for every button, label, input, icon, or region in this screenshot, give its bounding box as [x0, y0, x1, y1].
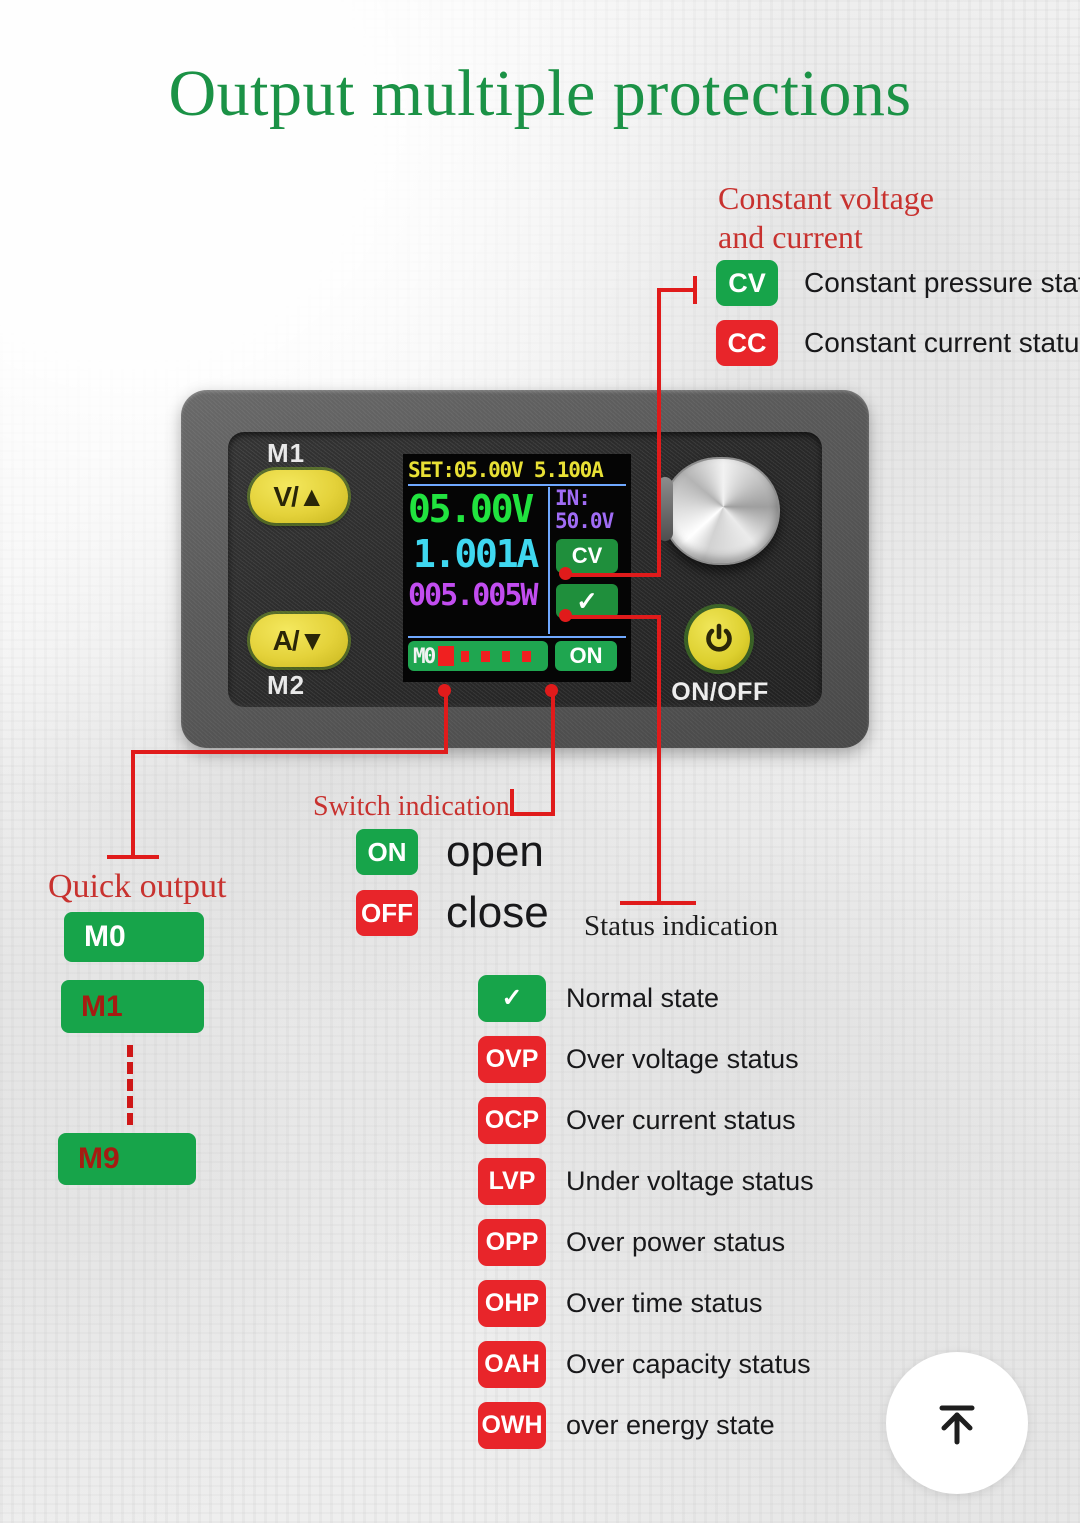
callout-quick-seg-v1: [444, 690, 448, 753]
status-label-opp: Over power status: [566, 1227, 786, 1257]
callout-status-dot: [559, 609, 572, 622]
quick-output-item-m1[interactable]: M1: [61, 980, 204, 1033]
status-indication-caption: Status indication: [584, 910, 779, 942]
callout-cv-seg-h1: [563, 573, 661, 577]
off-label: close: [446, 888, 549, 937]
quick-output-caption: Quick output: [48, 868, 227, 905]
status-row-owh: OWH over energy state: [478, 1395, 814, 1456]
callout-switch-terminator: [510, 789, 514, 816]
legend-row-cv: CV Constant pressure status: [716, 260, 1080, 306]
status-row-ocp: OCP Over current status: [478, 1090, 814, 1151]
lcd-current-value: 1.001A: [413, 532, 539, 576]
lcd-readout-area: 05.00V 1.001A 005.005W IN: 50.0V CV ✓: [408, 487, 626, 634]
power-button[interactable]: [688, 608, 750, 670]
lcd-main-readouts: 05.00V 1.001A 005.005W: [408, 487, 548, 634]
lcd-memory-marker: [460, 650, 470, 662]
status-badge-lvp: LVP: [478, 1158, 546, 1205]
arrow-up-to-bar-icon: [939, 1405, 975, 1445]
onoff-label: ON/OFF: [671, 678, 769, 706]
callout-status-seg-h: [563, 615, 661, 619]
callout-cv-seg-h2: [657, 288, 697, 292]
callout-quick-seg-v2: [131, 750, 135, 858]
callout-switch-seg-h: [510, 812, 555, 816]
lcd-voltage-value: 05.00V: [408, 487, 534, 531]
callout-quick-terminator: [107, 855, 159, 859]
lcd-set-line: SET:05.00V 5.100A: [408, 458, 604, 482]
switch-row-off: OFF close: [356, 888, 549, 938]
status-badge-oah: OAH: [478, 1341, 546, 1388]
status-row-normal: ✓ Normal state: [478, 968, 814, 1029]
lcd-footer-area: M0 ON: [408, 641, 626, 671]
status-row-lvp: LVP Under voltage status: [478, 1151, 814, 1212]
status-label-normal: Normal state: [566, 983, 720, 1013]
status-label-ohp: Over time status: [566, 1288, 763, 1318]
quick-output-ellipsis: [127, 1045, 133, 1125]
cv-cc-heading-line1: Constant voltage: [718, 180, 934, 216]
quick-output-item-m0[interactable]: M0: [64, 912, 204, 962]
page-title: Output multiple protections: [168, 57, 912, 130]
callout-quick-seg-h: [131, 750, 448, 754]
device-front-panel: M1 V/▲ A/▼ M2 SET:05.00V 5.100A 05.00V 1…: [228, 432, 822, 707]
on-badge: ON: [356, 829, 418, 875]
status-indication-list: ✓ Normal state OVP Over voltage status O…: [478, 968, 814, 1456]
callout-cv-dot: [559, 567, 572, 580]
cv-badge: CV: [716, 260, 778, 306]
switch-row-on: ON open: [356, 827, 544, 877]
callout-quick-dot: [438, 684, 451, 697]
memory-label-m1: M1: [267, 438, 306, 468]
status-row-opp: OPP Over power status: [478, 1212, 814, 1273]
lcd-output-badge: ON: [555, 641, 617, 671]
legend-row-cc: CC Constant current status: [716, 320, 1080, 366]
status-label-ovp: Over voltage status: [566, 1044, 799, 1074]
status-badge-opp: OPP: [478, 1219, 546, 1266]
lcd-top-divider: [408, 484, 626, 486]
status-row-ovp: OVP Over voltage status: [478, 1029, 814, 1090]
lcd-memory-bar: M0: [408, 641, 548, 671]
lcd-memory-marker: [501, 650, 511, 662]
memory-label-m2: M2: [267, 670, 306, 700]
callout-cv-seg-v: [657, 288, 661, 577]
status-label-ocp: Over current status: [566, 1105, 796, 1135]
voltage-up-button[interactable]: V/▲: [250, 470, 348, 523]
status-label-owh: over energy state: [566, 1410, 775, 1440]
current-down-button[interactable]: A/▼: [250, 614, 348, 667]
status-badge-ovp: OVP: [478, 1036, 546, 1083]
callout-status-seg-v: [657, 615, 661, 905]
lcd-memory-marker: [522, 650, 532, 662]
rotary-encoder-knob[interactable]: [657, 457, 780, 565]
status-label-lvp: Under voltage status: [566, 1166, 814, 1196]
lcd-memory-marker: [481, 650, 490, 662]
status-label-oah: Over capacity status: [566, 1349, 811, 1379]
off-badge: OFF: [356, 890, 418, 936]
callout-switch-seg-v: [551, 690, 555, 816]
lcd-input-label: IN:: [555, 486, 591, 510]
lcd-vertical-divider: [548, 487, 550, 634]
callout-status-terminator: [620, 901, 696, 905]
status-badge-owh: OWH: [478, 1402, 546, 1449]
switch-indication-caption: Switch indication: [313, 791, 510, 822]
status-row-oah: OAH Over capacity status: [478, 1334, 814, 1395]
lcd-memory-slot: M0: [413, 644, 436, 668]
cc-label: Constant current status: [804, 327, 1080, 358]
status-badge-ocp: OCP: [478, 1097, 546, 1144]
cc-badge: CC: [716, 320, 778, 366]
status-badge-ohp: OHP: [478, 1280, 546, 1327]
power-supply-module: M1 V/▲ A/▼ M2 SET:05.00V 5.100A 05.00V 1…: [181, 390, 869, 748]
power-icon: [706, 623, 732, 652]
cv-label: Constant pressure status: [804, 267, 1080, 298]
status-badge-normal: ✓: [478, 975, 546, 1022]
lcd-power-value: 005.005W: [408, 578, 539, 613]
callout-cv-terminator: [693, 276, 697, 304]
cv-cc-heading-line2: and current: [718, 219, 863, 255]
scroll-to-top-button[interactable]: [886, 1352, 1028, 1494]
on-label: open: [446, 827, 544, 876]
status-row-ohp: OHP Over time status: [478, 1273, 814, 1334]
quick-output-item-m9[interactable]: M9: [58, 1133, 196, 1185]
callout-switch-dot: [545, 684, 558, 697]
lcd-bottom-divider: [408, 636, 626, 638]
lcd-screen: SET:05.00V 5.100A 05.00V 1.001A 005.005W…: [403, 454, 631, 682]
lcd-memory-marker-active: [438, 646, 454, 666]
lcd-input-value: 50.0V: [555, 509, 614, 533]
